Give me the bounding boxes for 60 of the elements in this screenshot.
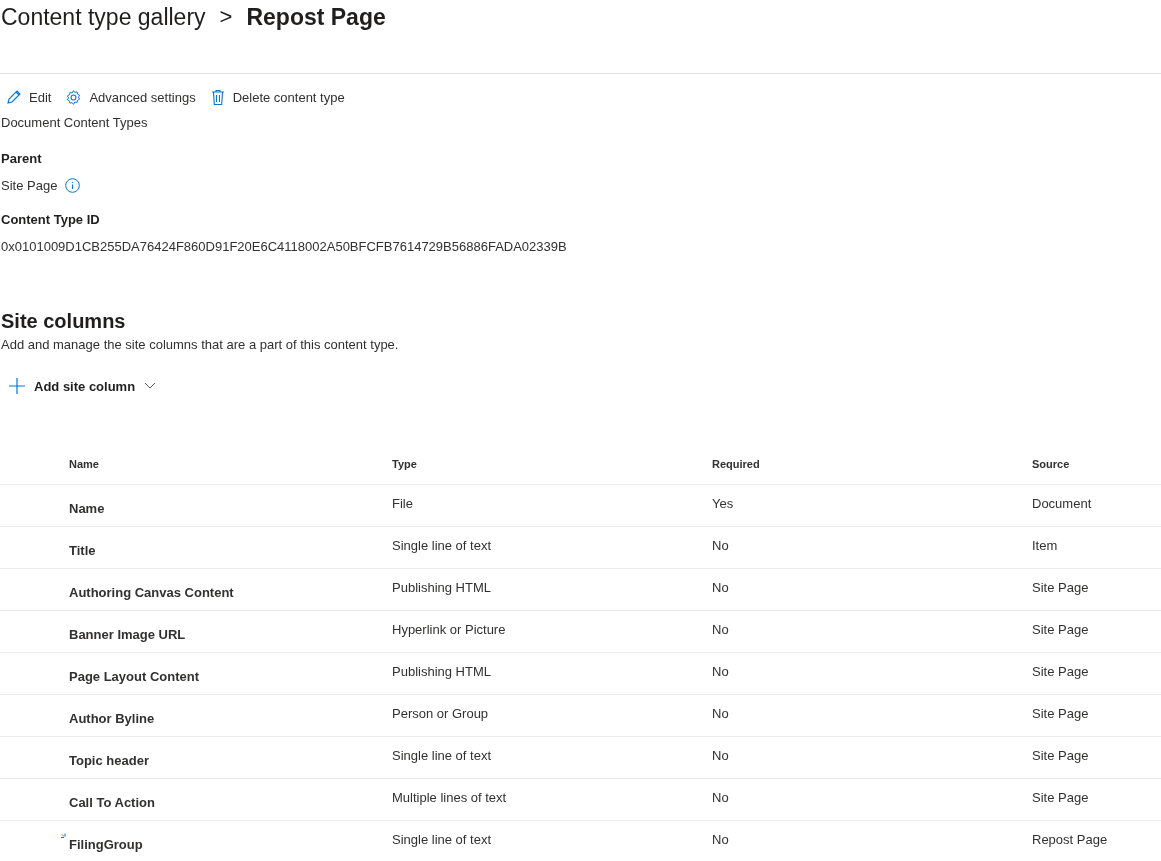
column-header[interactable]: Type (392, 458, 417, 470)
table-cell: Yes (712, 496, 734, 511)
content-type-id: 0x0101009D1CB255DA76424F860D91F20E6C4118002A50BFCFB7614729B56886FADA02339B (0, 239, 568, 254)
section-description: Add and manage the site columns that are a part of this content type. (0, 337, 400, 352)
field-label: Parent (0, 151, 43, 166)
table-cell: Topic header (69, 753, 149, 768)
pencil-icon (6, 89, 22, 105)
breadcrumb-link[interactable]: Content type gallery (1, 3, 206, 31)
table-cell: Site Page (1032, 664, 1089, 679)
table-cell: FilingGroup (69, 837, 143, 852)
column-header[interactable]: Required (712, 458, 760, 470)
table-cell: Site Page (1032, 748, 1089, 763)
table-cell: Authoring Canvas Content (69, 585, 234, 600)
add-site-column-button[interactable]: Add site column (0, 378, 157, 394)
chevron-down-icon (144, 382, 157, 390)
table-cell: Site Page (1032, 622, 1089, 637)
page-title: Repost Page (246, 3, 386, 31)
table-cell: No (712, 664, 729, 679)
edit-button[interactable]: Edit (6, 89, 52, 105)
table-cell: Document (1032, 496, 1092, 511)
column-header[interactable]: Source (1032, 458, 1070, 470)
table-cell: No (712, 832, 729, 847)
group-label: Document Content Types (0, 115, 149, 130)
table-cell: File (392, 496, 413, 511)
table-cell: Hyperlink or Picture (392, 622, 506, 637)
table-cell: Single line of text (392, 748, 491, 763)
breadcrumb-separator: > (219, 4, 233, 30)
section-title: Site columns (0, 310, 127, 333)
table-cell: No (712, 790, 729, 805)
settings-icon (65, 88, 83, 106)
table-cell: No (712, 622, 729, 637)
table-cell: Person or Group (392, 706, 489, 721)
table-cell: Publishing HTML (392, 664, 491, 679)
field-label: Content Type ID (0, 212, 101, 227)
table-cell: Title (69, 543, 96, 558)
table-cell: Multiple lines of text (392, 790, 507, 805)
table-cell: No (712, 748, 729, 763)
info-icon[interactable] (65, 178, 81, 193)
table-cell: Call To Action (69, 795, 155, 810)
table-cell: No (712, 580, 729, 595)
column-header[interactable]: Name (0, 458, 99, 470)
table-cell: Site Page (1032, 706, 1089, 721)
table-cell: Banner Image URL (69, 627, 186, 642)
table-cell: No (712, 538, 729, 553)
table-cell: Repost Page (1032, 832, 1108, 847)
trash-icon (209, 88, 226, 106)
table-cell: Single line of text (392, 538, 491, 553)
table-cell: Page Layout Content (69, 669, 199, 684)
table-cell: Site Page (1032, 790, 1089, 805)
plus-icon (9, 378, 25, 394)
settings-button[interactable]: Advanced settings (65, 88, 196, 106)
table-cell: Item (1032, 538, 1058, 553)
table-cell: No (712, 706, 729, 721)
table-cell: Publishing HTML (392, 580, 491, 595)
table-cell: Site Page (1032, 580, 1089, 595)
parent-value: Site Page (0, 178, 58, 193)
table-cell: Single line of text (392, 832, 491, 847)
table-cell: Author Byline (69, 711, 155, 726)
delete-button[interactable]: Delete content type (209, 88, 345, 106)
table-cell: Name (69, 501, 105, 516)
